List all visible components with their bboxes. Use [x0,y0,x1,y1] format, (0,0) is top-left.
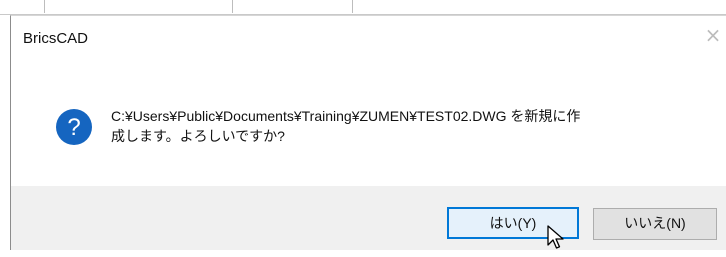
no-button-label: いいえ(N) [624,215,686,231]
dialog-button-bar: はい(Y) いいえ(N) [11,186,726,253]
message-line-1: C:¥Users¥Public¥Documents¥Training¥ZUMEN… [111,108,581,124]
close-icon: × [704,23,722,47]
mouse-pointer-icon [547,225,564,249]
close-button[interactable]: × [700,20,726,50]
question-icon: ? [56,109,92,145]
question-icon-glyph: ? [67,114,80,141]
dialog-message: C:¥Users¥Public¥Documents¥Training¥ZUMEN… [111,106,691,146]
screen: BricsCAD × ? C:¥Users¥Public¥Documents¥T… [0,0,726,257]
background-app-strip [0,0,726,15]
message-line-2: 成します。よろしいですか? [111,128,285,144]
background-separator [232,0,233,13]
background-separator [44,0,45,13]
yes-button-label: はい(Y) [489,215,537,231]
dialog-titlebar[interactable]: BricsCAD × [11,16,726,58]
no-button[interactable]: いいえ(N) [593,208,717,240]
message-dialog: BricsCAD × ? C:¥Users¥Public¥Documents¥T… [10,15,726,253]
dialog-content: ? C:¥Users¥Public¥Documents¥Training¥ZUM… [11,58,726,186]
background-separator [352,0,353,13]
dialog-title: BricsCAD [23,30,89,47]
background-bottom-strip [0,250,726,257]
